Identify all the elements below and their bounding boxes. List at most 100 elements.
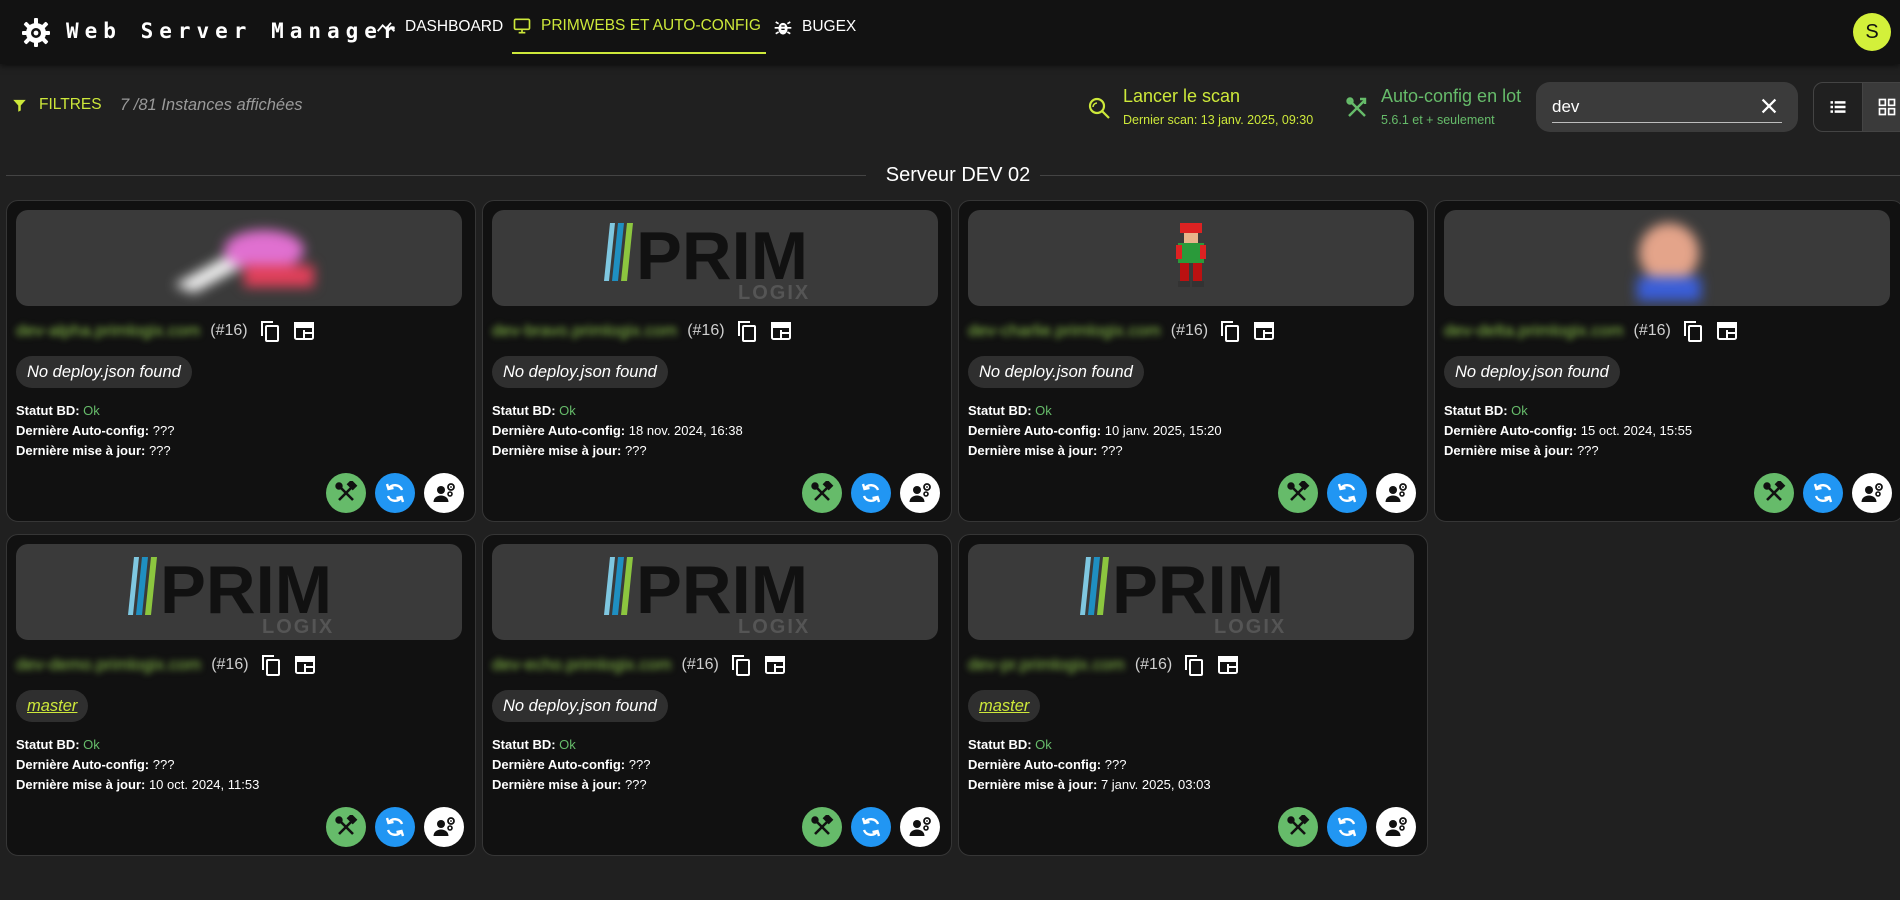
user-settings-button[interactable] bbox=[900, 473, 940, 513]
user-gear-icon bbox=[433, 483, 455, 502]
last-autoconfig-label: Dernière Auto-config: bbox=[16, 423, 150, 438]
user-settings-button[interactable] bbox=[424, 473, 464, 513]
last-update-label: Dernière mise à jour: bbox=[968, 443, 1098, 458]
list-view-button[interactable] bbox=[1814, 83, 1862, 131]
view-toggle bbox=[1813, 82, 1900, 132]
db-status-value: Ok bbox=[559, 403, 576, 418]
instance-card: dev-alpha.primlogix.com (#16) No deploy.… bbox=[6, 200, 476, 522]
card-actions bbox=[1278, 473, 1416, 513]
card-actions bbox=[326, 807, 464, 847]
autoconfig-button[interactable] bbox=[1278, 473, 1318, 513]
instance-card: dev-delta.primlogix.com (#16) No deploy.… bbox=[1434, 200, 1900, 522]
autoconfig-button[interactable] bbox=[326, 807, 366, 847]
search-input[interactable] bbox=[1552, 94, 1752, 120]
domain-link[interactable]: dev-alpha.primlogix.com bbox=[16, 321, 200, 341]
tab-bugex[interactable]: BUGEX bbox=[773, 0, 856, 54]
last-update-value: ??? bbox=[624, 443, 647, 458]
tools-icon bbox=[335, 815, 358, 835]
tab-primwebs[interactable]: PRIMWEBS ET AUTO-CONFIG bbox=[512, 0, 766, 54]
domain-link[interactable]: dev-demo.primlogix.com bbox=[16, 655, 201, 675]
instance-number: (#16) bbox=[211, 656, 249, 673]
tab-dashboard[interactable]: DASHBOARD bbox=[376, 0, 503, 54]
tools-icon bbox=[811, 481, 834, 501]
list-icon bbox=[1830, 101, 1846, 113]
autoconfig-button[interactable] bbox=[802, 473, 842, 513]
domain-link[interactable]: dev-echo.primlogix.com bbox=[492, 655, 672, 675]
instance-number: (#16) bbox=[1633, 322, 1671, 339]
deploy-chip: No deploy.json found bbox=[1444, 356, 1620, 388]
filters-button[interactable]: FILTRES bbox=[12, 96, 102, 114]
domain-link[interactable]: dev-delta.primlogix.com bbox=[1444, 321, 1624, 341]
autoconfig-button[interactable] bbox=[1278, 807, 1318, 847]
avatar[interactable]: S bbox=[1853, 13, 1891, 51]
last-update-value: ??? bbox=[1100, 443, 1123, 458]
scan-search-icon bbox=[1088, 97, 1110, 119]
instance-number: (#16) bbox=[1134, 656, 1173, 673]
scan-button[interactable]: Lancer le scan Dernier scan: 13 janv. 20… bbox=[1087, 86, 1313, 127]
last-update: Dernière mise à jour: ??? bbox=[16, 443, 171, 458]
user-settings-button[interactable] bbox=[1376, 473, 1416, 513]
last-autoconfig-value: ??? bbox=[628, 757, 651, 772]
sync-icon bbox=[1813, 483, 1833, 503]
instance-count: 7 /81 Instances affichées bbox=[120, 96, 303, 114]
deploy-chip: master bbox=[968, 690, 1041, 722]
autoconfig-button[interactable] bbox=[326, 473, 366, 513]
sync-icon bbox=[385, 483, 405, 503]
instance-card: PRIM LOGIX dev-echo.primlogix.com (#16) N… bbox=[482, 534, 952, 856]
last-autoconfig-label: Dernière Auto-config: bbox=[492, 423, 626, 438]
primlogix-logo: PRIMLOGIX bbox=[604, 218, 810, 301]
last-update: Dernière mise à jour: ??? bbox=[492, 777, 647, 792]
domain-row: dev-delta.primlogix.com (#16) bbox=[1444, 319, 1739, 343]
domain-row: dev-pr.primlogix.com (#16) bbox=[968, 653, 1240, 677]
search-box bbox=[1536, 82, 1798, 132]
close-icon[interactable] bbox=[1758, 95, 1780, 117]
domain-link[interactable]: dev-charlie.primlogix.com bbox=[968, 321, 1161, 341]
open-window-icon[interactable] bbox=[1252, 319, 1276, 343]
user-settings-button[interactable] bbox=[900, 807, 940, 847]
last-update: Dernière mise à jour: 7 janv. 2025, 03:0… bbox=[968, 777, 1211, 792]
refresh-button[interactable] bbox=[851, 807, 891, 847]
autoconfig-button[interactable] bbox=[1754, 473, 1794, 513]
card-actions bbox=[326, 473, 464, 513]
instance-banner bbox=[968, 210, 1414, 306]
batch-autoconfig-button[interactable]: Auto-config en lot 5.6.1 et + seulement bbox=[1345, 86, 1521, 127]
db-status-value: Ok bbox=[1035, 737, 1052, 752]
open-window-icon[interactable] bbox=[292, 319, 316, 343]
user-settings-button[interactable] bbox=[424, 807, 464, 847]
open-window-icon[interactable] bbox=[1715, 319, 1739, 343]
copy-icon[interactable] bbox=[1681, 319, 1705, 343]
open-window-icon[interactable] bbox=[1216, 653, 1240, 677]
refresh-button[interactable] bbox=[375, 807, 415, 847]
deploy-chip: master bbox=[16, 690, 89, 722]
tools-icon bbox=[1763, 481, 1786, 501]
user-settings-button[interactable] bbox=[1852, 473, 1892, 513]
copy-icon[interactable] bbox=[1182, 653, 1206, 677]
grid-view-button[interactable] bbox=[1862, 83, 1900, 131]
logix-text: LOGIX bbox=[738, 282, 810, 301]
user-settings-button[interactable] bbox=[1376, 807, 1416, 847]
autoconfig-title: Auto-config en lot bbox=[1381, 86, 1522, 106]
domain-link[interactable]: dev-pr.primlogix.com bbox=[968, 655, 1125, 675]
open-window-icon[interactable] bbox=[763, 653, 787, 677]
refresh-button[interactable] bbox=[1327, 473, 1367, 513]
copy-icon[interactable] bbox=[258, 319, 282, 343]
open-window-icon[interactable] bbox=[293, 653, 317, 677]
last-autoconfig-label: Dernière Auto-config: bbox=[16, 757, 150, 772]
autoconfig-button[interactable] bbox=[802, 807, 842, 847]
refresh-button[interactable] bbox=[1803, 473, 1843, 513]
copy-icon[interactable] bbox=[735, 319, 759, 343]
deploy-chip: No deploy.json found bbox=[492, 356, 668, 388]
sync-icon bbox=[1337, 817, 1357, 837]
refresh-button[interactable] bbox=[851, 473, 891, 513]
copy-icon[interactable] bbox=[729, 653, 753, 677]
instance-logo-blurred bbox=[174, 230, 314, 293]
domain-row: dev-bravo.primlogix.com (#16) bbox=[492, 319, 793, 343]
refresh-button[interactable] bbox=[375, 473, 415, 513]
last-update-value: ??? bbox=[1576, 443, 1599, 458]
open-window-icon[interactable] bbox=[769, 319, 793, 343]
copy-icon[interactable] bbox=[259, 653, 283, 677]
domain-link[interactable]: dev-bravo.primlogix.com bbox=[492, 321, 677, 341]
copy-icon[interactable] bbox=[1218, 319, 1242, 343]
refresh-button[interactable] bbox=[1327, 807, 1367, 847]
autoconfig-subtitle: 5.6.1 et + seulement bbox=[1381, 113, 1495, 127]
